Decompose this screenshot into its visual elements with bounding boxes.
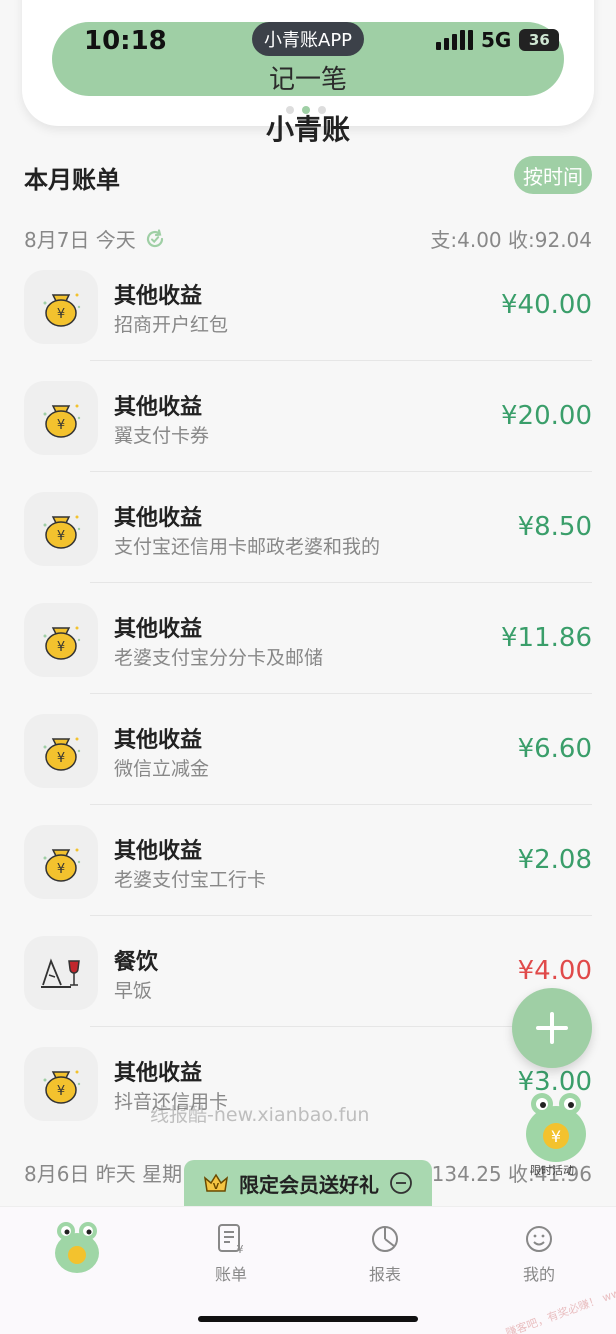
- crown-icon: V: [203, 1173, 229, 1192]
- svg-text:¥: ¥: [237, 1243, 244, 1255]
- battery-icon: 36: [519, 29, 560, 51]
- dining-icon: [24, 936, 98, 1010]
- transaction-row[interactable]: ¥ 其他收益支付宝还信用卡邮政老婆和我的 ¥8.50: [0, 472, 616, 583]
- transaction-note: 招商开户红包: [114, 314, 229, 336]
- status-app-pill: 小青账APP: [252, 22, 365, 56]
- transaction-category: 其他收益: [114, 839, 203, 864]
- promo-banner-label: 限定会员送好礼: [239, 1172, 379, 1197]
- promo-banner[interactable]: V 限定会员送好礼: [184, 1160, 432, 1206]
- transaction-category: 其他收益: [114, 617, 203, 642]
- signal-icon: [436, 30, 473, 50]
- transaction-note: 翼支付卡券: [114, 425, 210, 447]
- transaction-amount: ¥6.60: [517, 734, 592, 764]
- promo-mascot[interactable]: ¥ 限时活动: [522, 1088, 590, 1177]
- status-indicators: 5G 36: [436, 28, 560, 52]
- status-time: 10:18: [84, 26, 167, 56]
- transaction-amount: ¥4.00: [517, 956, 592, 986]
- transaction-row[interactable]: ¥ 其他收益老婆支付宝工行卡 ¥2.08: [0, 805, 616, 916]
- tab-label: 报表: [368, 1265, 401, 1284]
- money-bag-icon: ¥: [24, 270, 98, 344]
- transaction-note: 微信立减金: [114, 758, 210, 780]
- day-totals: 支:4.00 收:92.04: [430, 228, 592, 252]
- tab-reports[interactable]: 报表: [340, 1221, 430, 1285]
- record-button-label: 记一笔: [268, 64, 347, 95]
- frog-mascot-icon: ¥: [526, 1093, 586, 1162]
- day-date-label: 8月7日 今天: [24, 228, 136, 252]
- transaction-category: 其他收益: [114, 284, 203, 309]
- app-title: 小青账: [265, 113, 350, 146]
- promo-caption: 限时活动: [530, 1164, 574, 1177]
- day-date-label: 8月6日 昨天 星期: [24, 1162, 183, 1186]
- transaction-amount: ¥20.00: [501, 401, 592, 431]
- money-bag-icon: ¥: [24, 381, 98, 455]
- plus-icon: [536, 1012, 568, 1044]
- svg-text:V: V: [213, 1182, 220, 1191]
- transaction-note: 老婆支付宝工行卡: [114, 869, 267, 891]
- svg-text:¥: ¥: [57, 529, 65, 544]
- section-title: 本月账单: [24, 166, 120, 194]
- transaction-row[interactable]: ¥ 其他收益微信立减金 ¥6.60: [0, 694, 616, 805]
- transaction-amount: ¥11.86: [501, 623, 592, 653]
- frog-mascot-icon: [55, 1222, 99, 1273]
- tab-home[interactable]: [32, 1215, 122, 1279]
- collapse-icon[interactable]: [389, 1171, 413, 1195]
- svg-text:¥: ¥: [57, 418, 65, 433]
- money-bag-icon: ¥: [24, 714, 98, 788]
- money-bag-icon: ¥: [24, 492, 98, 566]
- money-bag-icon: ¥: [24, 603, 98, 677]
- sort-by-time-button[interactable]: 按时间: [514, 156, 592, 194]
- transaction-category: 餐饮: [114, 950, 159, 975]
- transaction-category: 其他收益: [114, 728, 203, 753]
- svg-text:¥: ¥: [57, 307, 65, 322]
- tab-label: 账单: [214, 1265, 247, 1284]
- svg-text:¥: ¥: [57, 751, 65, 766]
- profile-icon: [526, 1226, 552, 1252]
- money-bag-icon: ¥: [24, 1047, 98, 1121]
- refresh-icon[interactable]: [144, 228, 166, 250]
- tab-bills[interactable]: ¥ 账单: [186, 1221, 276, 1285]
- money-bag-icon: ¥: [24, 825, 98, 899]
- svg-text:¥: ¥: [57, 1084, 65, 1099]
- tab-profile[interactable]: 我的: [494, 1221, 584, 1285]
- transaction-row[interactable]: ¥ 其他收益老婆支付宝分分卡及邮储 ¥11.86: [0, 583, 616, 694]
- network-type: 5G: [481, 28, 512, 52]
- transaction-category: 其他收益: [114, 1061, 203, 1086]
- transaction-row[interactable]: ¥ 其他收益招商开户红包 ¥40.00: [0, 250, 616, 361]
- transaction-note: 支付宝还信用卡邮政老婆和我的: [114, 536, 381, 558]
- transaction-row[interactable]: ¥ 其他收益翼支付卡券 ¥20.00: [0, 361, 616, 472]
- chart-icon: [372, 1226, 398, 1252]
- svg-text:¥: ¥: [57, 640, 65, 655]
- bottom-tab-bar: ¥ 账单 报表 我的: [0, 1206, 616, 1334]
- svg-text:¥: ¥: [57, 862, 65, 877]
- transaction-note: 早饭: [114, 980, 153, 1002]
- bill-icon: ¥: [218, 1224, 244, 1255]
- add-record-button[interactable]: [512, 988, 592, 1068]
- transaction-amount: ¥2.08: [517, 845, 592, 875]
- transaction-amount: ¥40.00: [501, 290, 592, 320]
- day-header-today: 8月7日 今天 支:4.00 收:92.04: [24, 224, 592, 253]
- transaction-category: 其他收益: [114, 506, 203, 531]
- transaction-category: 其他收益: [114, 395, 203, 420]
- svg-text:¥: ¥: [551, 1127, 561, 1146]
- home-indicator[interactable]: [198, 1316, 418, 1322]
- transaction-note: 老婆支付宝分分卡及邮储: [114, 647, 324, 669]
- watermark-text: 线报酷-new.xianbao.fun: [150, 1104, 370, 1126]
- transaction-amount: ¥8.50: [517, 512, 592, 542]
- tab-label: 我的: [522, 1265, 555, 1284]
